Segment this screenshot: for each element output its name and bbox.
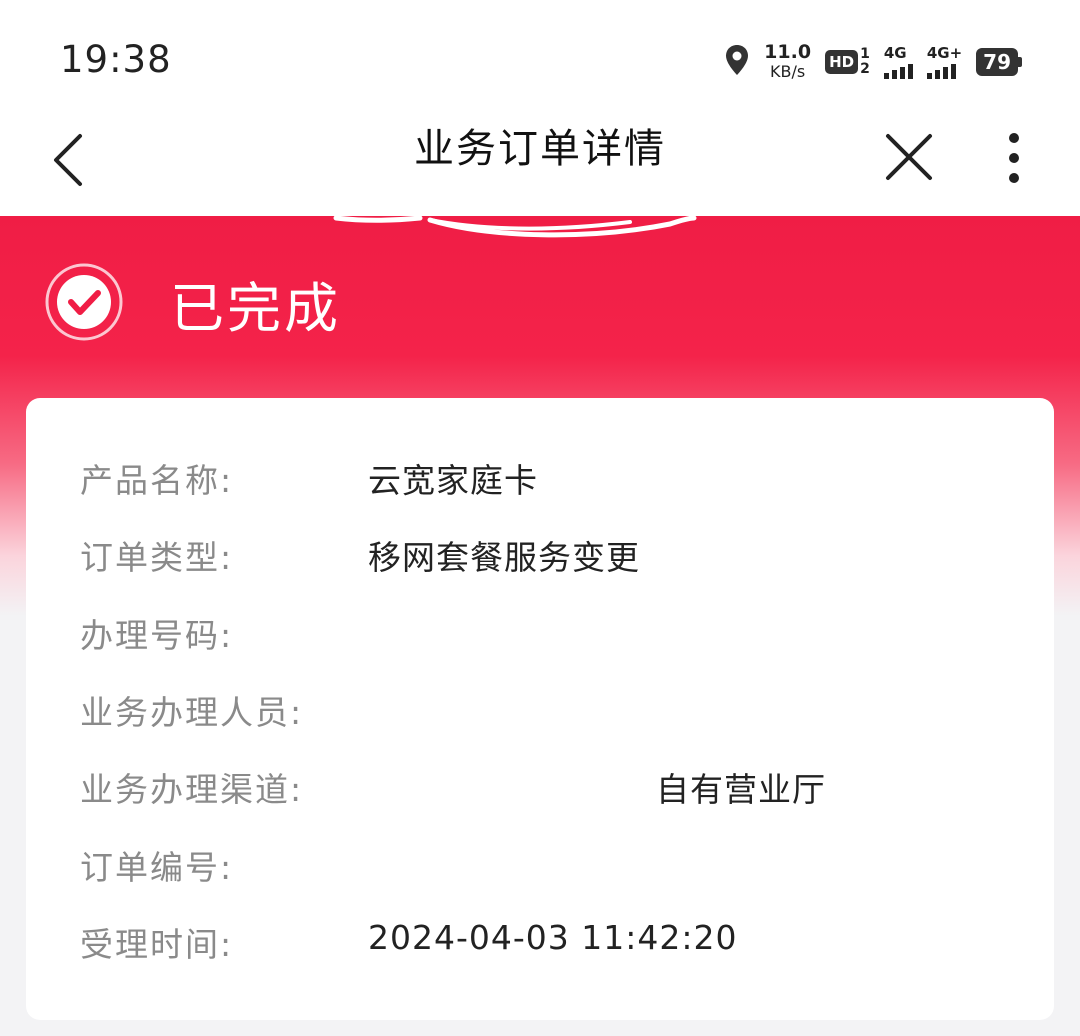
network-speed-unit: KB/s — [770, 62, 806, 81]
close-icon — [886, 134, 932, 180]
detail-label: 订单编号: — [80, 848, 234, 887]
order-status-text: 已完成 — [170, 277, 341, 340]
nav-bar: 业务订单详情 — [0, 110, 1080, 216]
hd-sub-top: 1 — [860, 46, 870, 62]
detail-row-phone-number: 办理号码: — [80, 609, 1034, 655]
battery-level: 79 — [976, 48, 1018, 76]
detail-value: 移网套餐服务变更 — [368, 538, 640, 577]
more-vertical-icon — [1009, 133, 1019, 183]
signal-2-icon: 4G+ — [926, 44, 963, 79]
network-speed-value: 11.0 — [764, 41, 812, 63]
check-circle-icon — [44, 262, 124, 342]
signal-1-icon: 4G — [883, 44, 913, 79]
clock: 19:38 — [60, 38, 172, 81]
status-icons: 11.0 KB/s HD 1 2 4G 4G+ 79 — [724, 40, 1022, 84]
signal-2-label: 4G+ — [926, 44, 963, 62]
signal-1-label: 4G — [883, 44, 907, 62]
detail-label: 业务办理渠道: — [80, 770, 304, 809]
detail-value: 云宽家庭卡 — [368, 461, 538, 500]
more-menu-button[interactable] — [996, 128, 1032, 188]
detail-row-order-type: 订单类型: 移网套餐服务变更 — [80, 531, 1034, 577]
order-detail-page: 19:38 11.0 KB/s HD 1 2 4G 4G+ 79 业务订单详情 … — [0, 0, 1080, 1036]
detail-row-operator: 业务办理人员: — [80, 686, 1034, 732]
redaction-scribble — [333, 216, 697, 238]
detail-row-order-number: 订单编号: — [80, 841, 1034, 887]
order-detail-card: 产品名称: 云宽家庭卡 订单类型: 移网套餐服务变更 办理号码: 业务办理人员:… — [26, 398, 1054, 1020]
detail-label: 订单类型: — [80, 538, 234, 577]
hd-voice-icon: HD 1 2 — [825, 47, 870, 77]
detail-label: 受理时间: — [80, 925, 234, 964]
close-button[interactable] — [882, 128, 938, 188]
detail-label: 业务办理人员: — [80, 693, 304, 732]
detail-row-channel: 业务办理渠道: 自有营业厅 — [80, 763, 1034, 809]
detail-label: 产品名称: — [80, 461, 234, 500]
detail-row-accept-time: 受理时间: 2024-04-03 11:42:20 — [80, 918, 1034, 964]
network-speed: 11.0 KB/s — [764, 41, 812, 82]
detail-value: 自有营业厅 — [656, 770, 826, 809]
hd-sub-bottom: 2 — [860, 61, 870, 77]
hd-label: HD — [825, 50, 859, 74]
status-bar: 19:38 11.0 KB/s HD 1 2 4G 4G+ 79 — [0, 0, 1080, 110]
battery-icon: 79 — [976, 48, 1022, 76]
location-icon — [724, 44, 750, 80]
detail-label: 办理号码: — [80, 616, 234, 655]
detail-row-product-name: 产品名称: 云宽家庭卡 — [80, 454, 1034, 500]
detail-value: 2024-04-03 11:42:20 — [368, 918, 738, 957]
